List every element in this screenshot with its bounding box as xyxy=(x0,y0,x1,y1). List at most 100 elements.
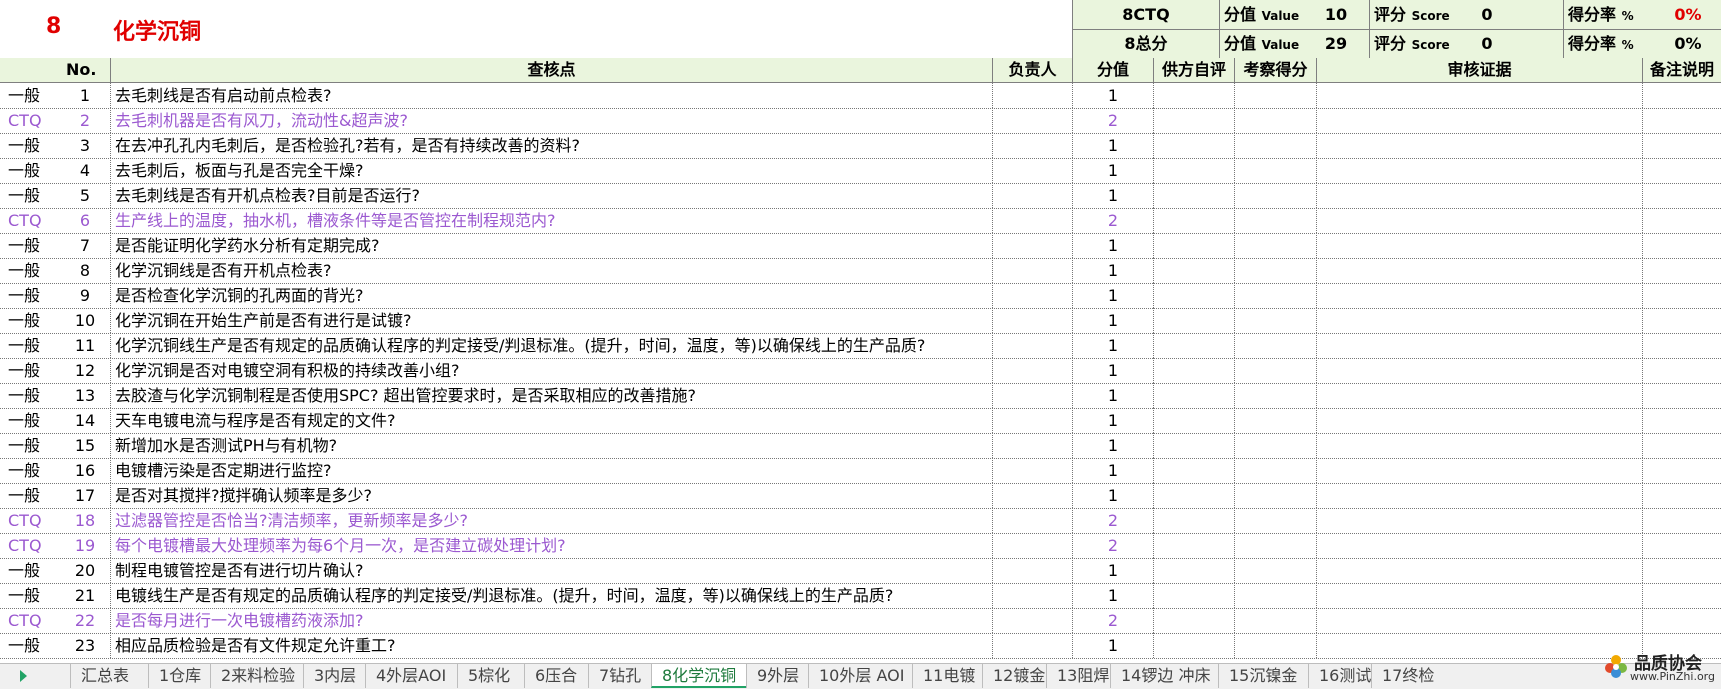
sheet-tab[interactable]: 6压合 xyxy=(524,664,588,688)
row-self-eval[interactable] xyxy=(1153,483,1234,508)
row-number[interactable]: 2 xyxy=(60,108,110,133)
row-remarks[interactable] xyxy=(1642,333,1721,358)
row-remarks[interactable] xyxy=(1642,458,1721,483)
row-remarks[interactable] xyxy=(1642,383,1721,408)
row-owner[interactable] xyxy=(992,358,1072,383)
row-value[interactable]: 1 xyxy=(1072,183,1153,208)
row-self-eval[interactable] xyxy=(1153,508,1234,533)
row-owner[interactable] xyxy=(992,508,1072,533)
row-number[interactable]: 23 xyxy=(60,633,110,658)
row-evidence[interactable] xyxy=(1316,483,1642,508)
row-evidence[interactable] xyxy=(1316,608,1642,633)
row-audit-score[interactable] xyxy=(1234,358,1316,383)
row-number[interactable]: 11 xyxy=(60,333,110,358)
row-evidence[interactable] xyxy=(1316,508,1642,533)
sheet-tab[interactable]: 13阻焊 xyxy=(1046,664,1110,688)
row-number[interactable]: 17 xyxy=(60,483,110,508)
row-value[interactable]: 2 xyxy=(1072,508,1153,533)
column-header-evidence[interactable]: 审核证据 xyxy=(1316,58,1642,82)
row-check-point[interactable]: 去毛刺线是否有开机点检表?目前是否运行? xyxy=(110,183,992,208)
row-owner[interactable] xyxy=(992,108,1072,133)
sheet-tab[interactable]: 3内层 xyxy=(303,664,365,688)
column-header-no[interactable]: No. xyxy=(0,58,110,82)
sheet-tab[interactable]: 10外层 AOI xyxy=(808,664,912,688)
row-type[interactable]: 一般 xyxy=(8,233,58,258)
row-remarks[interactable] xyxy=(1642,558,1721,583)
row-check-point[interactable]: 天车电镀电流与程序是否有规定的文件? xyxy=(110,408,992,433)
row-self-eval[interactable] xyxy=(1153,633,1234,658)
row-type[interactable]: 一般 xyxy=(8,83,58,108)
column-header-check[interactable]: 查核点 xyxy=(110,58,992,82)
row-type[interactable]: 一般 xyxy=(8,433,58,458)
row-self-eval[interactable] xyxy=(1153,558,1234,583)
row-self-eval[interactable] xyxy=(1153,83,1234,108)
row-remarks[interactable] xyxy=(1642,533,1721,558)
row-check-point[interactable]: 电镀槽污染是否定期进行监控? xyxy=(110,458,992,483)
summary-label[interactable]: 8总分 xyxy=(1072,29,1219,58)
row-check-point[interactable]: 去毛刺线是否有启动前点检表? xyxy=(110,83,992,108)
row-number[interactable]: 14 xyxy=(60,408,110,433)
row-check-point[interactable]: 去毛刺机器是否有风刀，流动性&超声波? xyxy=(110,108,992,133)
row-number[interactable]: 18 xyxy=(60,508,110,533)
row-check-point[interactable]: 是否每月进行一次电镀槽药液添加? xyxy=(110,608,992,633)
row-check-point[interactable]: 过滤器管控是否恰当?清洁频率，更新频率是多少? xyxy=(110,508,992,533)
row-check-point[interactable]: 是否能证明化学药水分析有定期完成? xyxy=(110,233,992,258)
row-number[interactable]: 8 xyxy=(60,258,110,283)
row-remarks[interactable] xyxy=(1642,233,1721,258)
row-remarks[interactable] xyxy=(1642,608,1721,633)
row-owner[interactable] xyxy=(992,183,1072,208)
row-number[interactable]: 4 xyxy=(60,158,110,183)
row-remarks[interactable] xyxy=(1642,83,1721,108)
row-evidence[interactable] xyxy=(1316,133,1642,158)
row-owner[interactable] xyxy=(992,583,1072,608)
sheet-tab[interactable]: 汇总表 xyxy=(70,664,148,688)
row-number[interactable]: 16 xyxy=(60,458,110,483)
row-audit-score[interactable] xyxy=(1234,183,1316,208)
sheet-tab[interactable]: 14锣边 冲床 xyxy=(1110,664,1218,688)
row-remarks[interactable] xyxy=(1642,133,1721,158)
row-audit-score[interactable] xyxy=(1234,383,1316,408)
sheet-tab[interactable]: 8化学沉铜 xyxy=(651,664,746,688)
row-owner[interactable] xyxy=(992,283,1072,308)
row-owner[interactable] xyxy=(992,458,1072,483)
row-remarks[interactable] xyxy=(1642,183,1721,208)
row-number[interactable]: 20 xyxy=(60,558,110,583)
row-evidence[interactable] xyxy=(1316,458,1642,483)
row-check-point[interactable]: 去胶渣与化学沉铜制程是否使用SPC? 超出管控要求时，是否采取相应的改善措施? xyxy=(110,383,992,408)
row-audit-score[interactable] xyxy=(1234,158,1316,183)
row-number[interactable]: 3 xyxy=(60,133,110,158)
row-self-eval[interactable] xyxy=(1153,208,1234,233)
row-audit-score[interactable] xyxy=(1234,258,1316,283)
row-evidence[interactable] xyxy=(1316,108,1642,133)
row-type[interactable]: 一般 xyxy=(8,258,58,283)
row-value[interactable]: 1 xyxy=(1072,558,1153,583)
row-value[interactable]: 1 xyxy=(1072,83,1153,108)
row-value[interactable]: 1 xyxy=(1072,483,1153,508)
sheet-tab[interactable]: 2来料检验 xyxy=(210,664,303,688)
row-owner[interactable] xyxy=(992,383,1072,408)
row-number[interactable]: 15 xyxy=(60,433,110,458)
row-check-point[interactable]: 是否对其搅拌?搅拌确认频率是多少? xyxy=(110,483,992,508)
row-owner[interactable] xyxy=(992,533,1072,558)
row-owner[interactable] xyxy=(992,208,1072,233)
row-remarks[interactable] xyxy=(1642,483,1721,508)
row-evidence[interactable] xyxy=(1316,358,1642,383)
row-value[interactable]: 1 xyxy=(1072,458,1153,483)
row-self-eval[interactable] xyxy=(1153,133,1234,158)
row-number[interactable]: 9 xyxy=(60,283,110,308)
row-type[interactable]: 一般 xyxy=(8,383,58,408)
row-audit-score[interactable] xyxy=(1234,633,1316,658)
row-check-point[interactable]: 制程电镀管控是否有进行切片确认? xyxy=(110,558,992,583)
row-check-point[interactable]: 新增加水是否测试PH与有机物? xyxy=(110,433,992,458)
row-remarks[interactable] xyxy=(1642,508,1721,533)
row-self-eval[interactable] xyxy=(1153,383,1234,408)
row-self-eval[interactable] xyxy=(1153,108,1234,133)
row-value[interactable]: 2 xyxy=(1072,208,1153,233)
row-evidence[interactable] xyxy=(1316,408,1642,433)
row-owner[interactable] xyxy=(992,258,1072,283)
row-evidence[interactable] xyxy=(1316,158,1642,183)
row-check-point[interactable]: 化学沉铜在开始生产前是否有进行是试镀? xyxy=(110,308,992,333)
row-remarks[interactable] xyxy=(1642,433,1721,458)
row-remarks[interactable] xyxy=(1642,408,1721,433)
sheet-tab[interactable]: 11电镀 xyxy=(912,664,982,688)
